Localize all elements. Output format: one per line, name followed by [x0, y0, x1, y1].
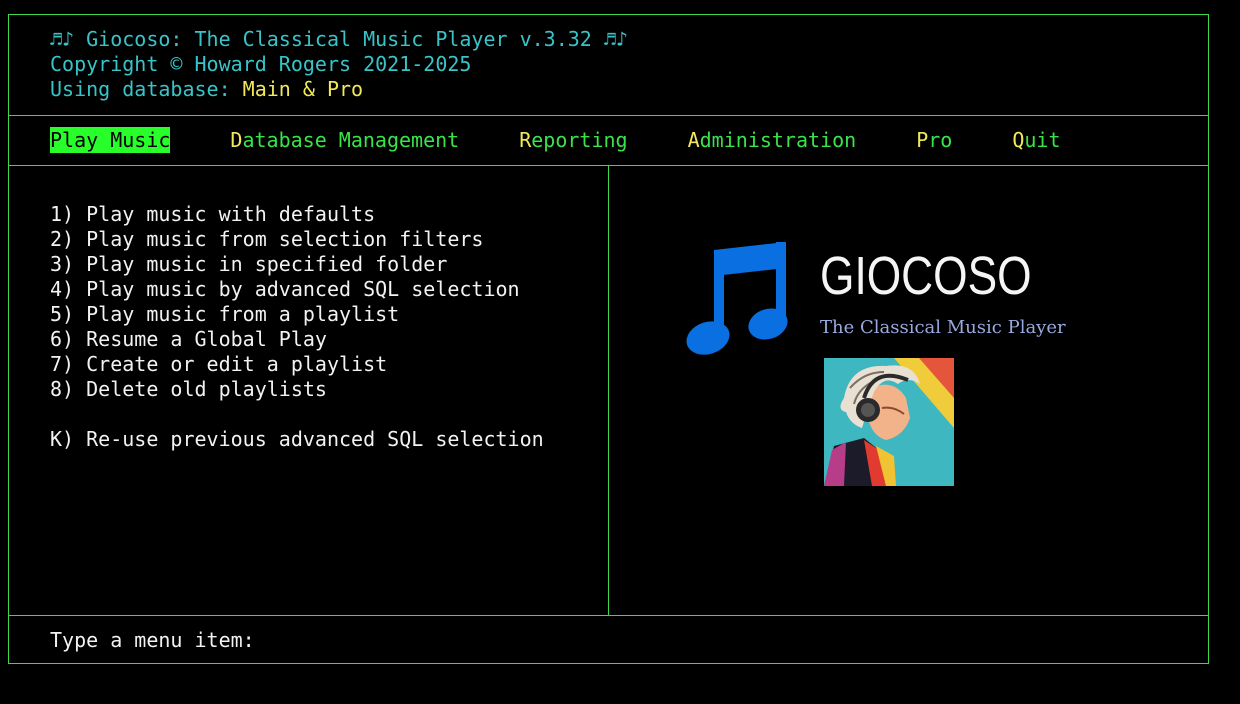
app-title: ♬♪ Giocoso: The Classical Music Player v…	[50, 27, 628, 51]
menu-label: dministration	[699, 128, 857, 152]
menu-hotkey: Q	[1012, 128, 1025, 152]
menu-label: atabase Management	[242, 128, 460, 152]
brand-tagline: The Classical Music Player	[820, 317, 1066, 338]
menu-label: ro	[928, 128, 953, 152]
menu-label: eporting	[531, 128, 628, 152]
database-line: Using database: Main & Pro	[50, 77, 628, 102]
play-options-list: 1) Play music with defaults 2) Play musi…	[50, 202, 544, 452]
option-edit-playlist[interactable]: 7) Create or edit a playlist	[50, 352, 544, 377]
option-play-playlist[interactable]: 5) Play music from a playlist	[50, 302, 544, 327]
option-play-advanced-sql[interactable]: 4) Play music by advanced SQL selection	[50, 277, 544, 302]
menu-hotkey: D	[230, 128, 243, 152]
music-note-icon	[686, 242, 788, 355]
footer-divider	[9, 615, 1208, 616]
menu-database-management[interactable]: Database Management	[230, 127, 459, 153]
menu-quit[interactable]: Quit	[1012, 127, 1060, 153]
menu-hotkey: P	[50, 128, 63, 152]
menu-play-music[interactable]: Play Music	[50, 127, 171, 153]
header-divider	[9, 115, 1208, 116]
menu-prompt[interactable]: Type a menu item:	[50, 627, 255, 653]
composer-portrait-image	[824, 358, 954, 486]
option-play-folder[interactable]: 3) Play music in specified folder	[50, 252, 544, 277]
app-header: ♬♪ Giocoso: The Classical Music Player v…	[50, 27, 628, 102]
menu-bar: Play Music Database Management Reporting…	[50, 127, 1121, 153]
database-value: Main & Pro	[242, 77, 364, 101]
option-play-selection-filters[interactable]: 2) Play music from selection filters	[50, 227, 544, 252]
pane-divider	[608, 165, 609, 615]
menu-hotkey: P	[916, 128, 929, 152]
menu-administration[interactable]: Administration	[688, 127, 857, 153]
database-label: Using database:	[50, 77, 243, 101]
menu-pro[interactable]: Pro	[916, 127, 952, 153]
menu-hotkey: R	[519, 128, 532, 152]
option-play-defaults[interactable]: 1) Play music with defaults	[50, 202, 544, 227]
copyright-line: Copyright © Howard Rogers 2021-2025	[50, 52, 472, 76]
menu-label: uit	[1024, 128, 1061, 152]
option-reuse-sql[interactable]: K) Re-use previous advanced SQL selectio…	[50, 427, 544, 452]
brand-logo-text: GIOCOSO	[820, 246, 1032, 306]
menu-label: lay Music	[62, 128, 171, 152]
option-resume-global-play[interactable]: 6) Resume a Global Play	[50, 327, 544, 352]
option-delete-playlists[interactable]: 8) Delete old playlists	[50, 377, 544, 402]
menu-hotkey: A	[687, 128, 700, 152]
menu-reporting[interactable]: Reporting	[519, 127, 627, 153]
